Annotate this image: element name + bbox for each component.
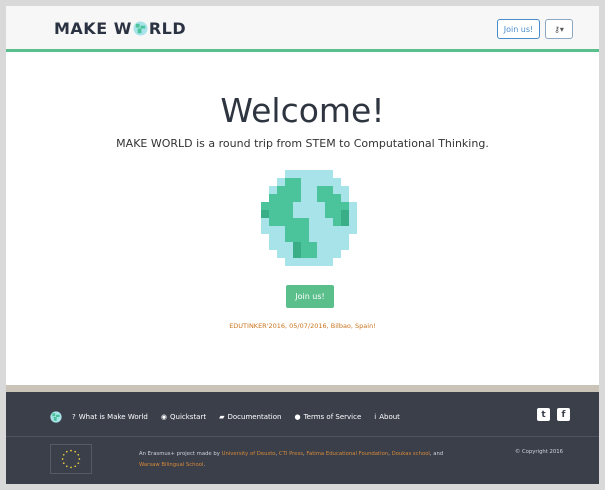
- copyright-text: © Copyright 2016: [515, 449, 564, 455]
- facebook-glyph: f: [561, 409, 566, 420]
- footer-link-what-is-make-world[interactable]: ? What is Make World: [72, 413, 148, 421]
- credits-suffix: .: [203, 462, 206, 468]
- join-us-button[interactable]: Join us!: [286, 285, 334, 308]
- footer-link-documentation[interactable]: ▰ Documentation: [219, 413, 281, 421]
- footer-link-about[interactable]: i About: [374, 413, 400, 421]
- top-navbar: MAKE W RLD Join us! ⚷ ▾: [6, 6, 599, 52]
- question-icon: ?: [72, 413, 76, 421]
- event-announcement: EDUTINKER'2016, 05/07/2016, Bilbao, Spai…: [229, 322, 376, 330]
- twitter-icon[interactable]: t: [537, 408, 550, 421]
- partner-link-deusto[interactable]: University of Deusto: [222, 451, 276, 457]
- check-circle-icon: ●: [294, 413, 301, 421]
- brand-logo[interactable]: MAKE W RLD: [54, 19, 186, 38]
- partner-link-cti-press[interactable]: CTI Press: [279, 451, 303, 457]
- credits-prefix: An Erasmus+ project made by: [139, 451, 222, 457]
- page-frame: MAKE W RLD Join us! ⚷ ▾ Welcome! MAKE WOR…: [6, 6, 599, 484]
- footer-divider: [6, 436, 599, 437]
- project-credits: An Erasmus+ project made by University o…: [139, 449, 509, 471]
- footer-link-label: Documentation: [227, 413, 282, 421]
- book-icon: ▰: [219, 413, 225, 421]
- page-title: Welcome!: [220, 91, 385, 130]
- credits-sep: , and: [429, 451, 444, 457]
- partner-link-doukas[interactable]: Doukas school: [392, 451, 430, 457]
- globe-icon: [133, 21, 148, 36]
- footer-link-label: Quickstart: [170, 413, 207, 421]
- globe-icon[interactable]: [50, 411, 62, 423]
- chevron-down-icon: ▾: [559, 24, 564, 34]
- brand-text-prefix: MAKE W: [54, 19, 132, 38]
- twitter-glyph: t: [541, 409, 546, 420]
- tagline: MAKE WORLD is a round trip from STEM to …: [116, 137, 489, 150]
- pixel-globe-illustration: [261, 170, 357, 266]
- footer-separator: [6, 385, 599, 392]
- login-dropdown-button[interactable]: ⚷ ▾: [545, 19, 573, 39]
- partner-link-warsaw[interactable]: Warsaw Bilingual School: [139, 462, 203, 468]
- main-content: Welcome! MAKE WORLD is a round trip from…: [6, 55, 599, 385]
- footer-nav: ? What is Make World ◉ Quickstart ▰ Docu…: [50, 410, 413, 424]
- join-us-header-button[interactable]: Join us!: [497, 19, 540, 39]
- target-icon: ◉: [160, 413, 167, 421]
- footer-link-label: Terms of Service: [303, 413, 362, 421]
- brand-text-suffix: RLD: [148, 19, 187, 38]
- footer-link-label: What is Make World: [78, 413, 148, 421]
- facebook-icon[interactable]: f: [557, 408, 570, 421]
- footer-link-terms-of-service[interactable]: ● Terms of Service: [294, 413, 361, 421]
- eu-flag-icon: [50, 444, 92, 474]
- partner-link-fatima[interactable]: Fatima Educational Foundation: [306, 451, 388, 457]
- info-icon: i: [374, 413, 377, 421]
- footer-link-label: About: [379, 413, 400, 421]
- footer-link-quickstart[interactable]: ◉ Quickstart: [161, 413, 206, 421]
- footer: ? What is Make World ◉ Quickstart ▰ Docu…: [6, 392, 599, 484]
